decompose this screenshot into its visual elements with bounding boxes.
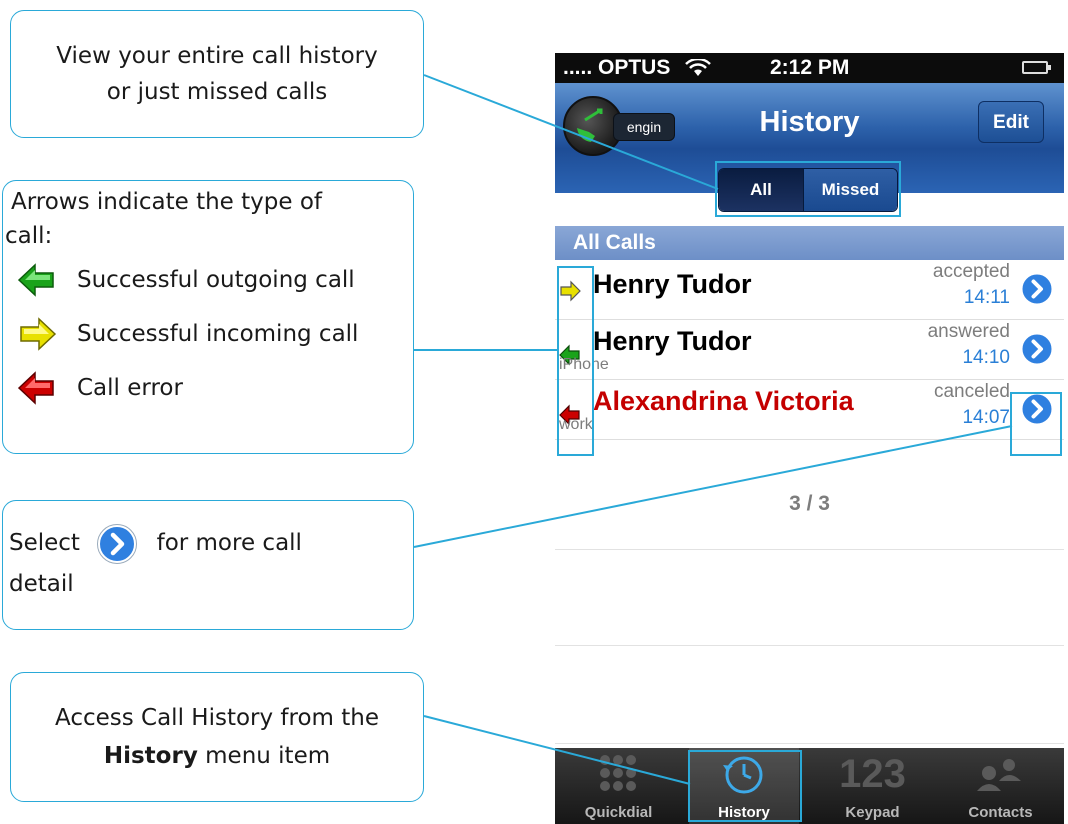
leader-lines <box>413 74 1013 785</box>
